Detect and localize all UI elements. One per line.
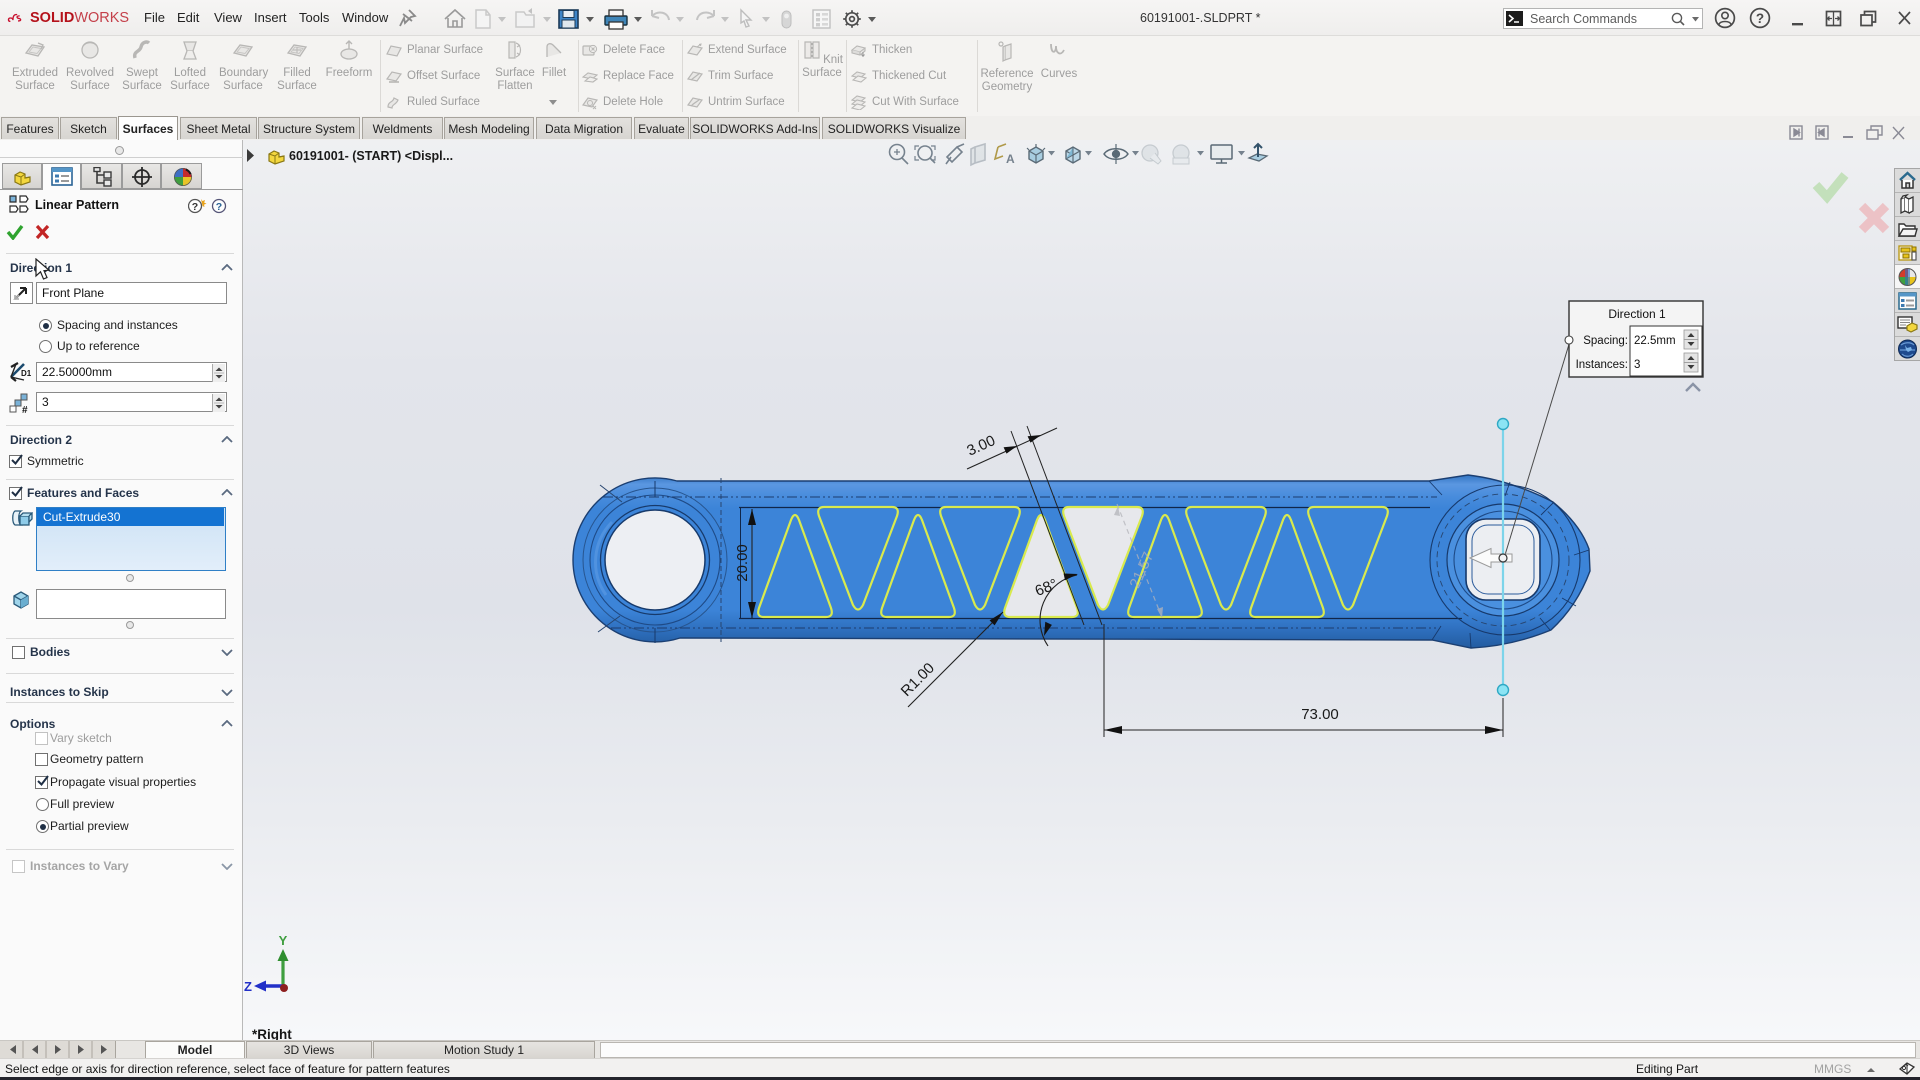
svg-text:73.00: 73.00 [1301, 706, 1339, 723]
svg-text:3.00: 3.00 [964, 432, 998, 460]
svg-text:#: # [22, 405, 28, 415]
svg-text:A: A [1006, 152, 1015, 166]
svg-text:?: ? [192, 201, 198, 213]
svg-text:60191001- (START) <Displ...: 60191001- (START) <Displ... [289, 149, 453, 163]
svg-text:3: 3 [1634, 359, 1640, 371]
svg-text:R1.00: R1.00 [898, 660, 938, 700]
svg-text:D1: D1 [21, 369, 32, 378]
svg-text:?: ? [216, 201, 222, 213]
svg-text:Y: Y [279, 933, 288, 948]
svg-text:Z: Z [244, 979, 252, 994]
svg-text:Spacing:: Spacing: [1583, 335, 1628, 347]
svg-text:20.00: 20.00 [734, 544, 751, 582]
svg-text:22.5mm: 22.5mm [1634, 335, 1676, 347]
svg-text:Instances:: Instances: [1576, 359, 1628, 371]
svg-text:Direction 1: Direction 1 [1608, 307, 1666, 321]
